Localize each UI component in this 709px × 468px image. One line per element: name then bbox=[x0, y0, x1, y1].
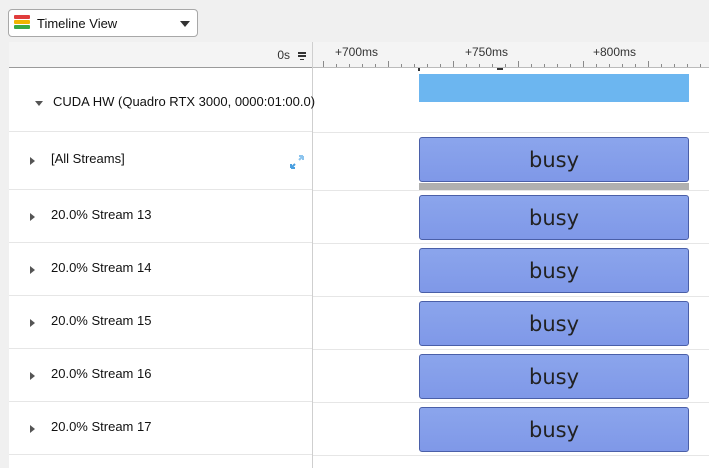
ruler-tick bbox=[362, 64, 363, 67]
ruler-tick bbox=[544, 64, 545, 67]
collapse-arrow-icon[interactable] bbox=[35, 101, 43, 106]
tree-row-stream-14[interactable]: 20.0% Stream 14 bbox=[9, 243, 312, 296]
ruler-tick bbox=[609, 64, 610, 67]
ruler-tick bbox=[622, 64, 623, 67]
lane-separator bbox=[313, 455, 709, 456]
ruler-tick bbox=[583, 61, 584, 67]
ruler-tick bbox=[492, 64, 493, 67]
ruler-tick bbox=[427, 64, 428, 67]
tree-row-cuda-hw[interactable]: CUDA HW (Quadro RTX 3000, 0000:01:00.0) bbox=[9, 76, 316, 132]
ruler-tick bbox=[687, 64, 688, 67]
ruler-tick bbox=[388, 61, 389, 67]
expand-arrow-icon[interactable] bbox=[30, 157, 35, 165]
row-label: 20.0% Stream 16 bbox=[51, 366, 152, 381]
ruler-tick bbox=[349, 64, 350, 67]
ruler-tick bbox=[453, 61, 454, 67]
ruler-marker bbox=[497, 68, 503, 70]
tree-row-stream-13[interactable]: 20.0% Stream 13 bbox=[9, 190, 312, 243]
timeline-view-icon bbox=[14, 15, 30, 33]
busy-range-all-streams[interactable]: busy bbox=[419, 137, 689, 182]
ruler-marker bbox=[418, 68, 420, 71]
row-label: 20.0% Stream 13 bbox=[51, 207, 152, 222]
toolbar: Timeline View bbox=[0, 0, 709, 42]
tree-row-all-streams[interactable]: [All Streams] bbox=[9, 132, 312, 190]
busy-range-stream-13[interactable]: busy bbox=[419, 195, 689, 240]
view-selector-dropdown[interactable]: Timeline View bbox=[8, 9, 198, 37]
row-label: 20.0% Stream 17 bbox=[51, 419, 152, 434]
tree-row-stream-16[interactable]: 20.0% Stream 16 bbox=[9, 349, 312, 402]
ruler-tick bbox=[635, 64, 636, 67]
lane-separator bbox=[313, 402, 709, 403]
expand-diagonal-icon[interactable] bbox=[289, 154, 305, 170]
tree-row-stream-17[interactable]: 20.0% Stream 17 bbox=[9, 402, 312, 455]
ruler-tick bbox=[401, 64, 402, 67]
ruler-tick bbox=[674, 64, 675, 67]
ruler-label: +750ms bbox=[465, 45, 509, 59]
ruler-tick bbox=[648, 61, 649, 67]
chevron-down-icon bbox=[180, 21, 190, 27]
lane-separator bbox=[313, 243, 709, 244]
tree-header: 0s bbox=[9, 42, 312, 68]
ruler-tick bbox=[661, 64, 662, 67]
lane-separator bbox=[313, 132, 709, 133]
busy-range-stream-16[interactable]: busy bbox=[419, 354, 689, 399]
expand-arrow-icon[interactable] bbox=[30, 213, 35, 221]
busy-range-stream-17[interactable]: busy bbox=[419, 407, 689, 452]
view-selector-label: Timeline View bbox=[37, 16, 118, 31]
lane-separator bbox=[313, 190, 709, 191]
ruler-tick bbox=[518, 61, 519, 67]
row-label: 20.0% Stream 14 bbox=[51, 260, 152, 275]
ruler-label: +800ms bbox=[593, 45, 637, 59]
lane-separator bbox=[313, 296, 709, 297]
sort-icon[interactable] bbox=[298, 52, 306, 62]
aggregate-strip bbox=[419, 183, 689, 190]
row-label: CUDA HW (Quadro RTX 3000, 0000:01:00.0) bbox=[53, 94, 316, 109]
time-origin-label: 0s bbox=[277, 48, 290, 62]
ruler-tick bbox=[414, 64, 415, 67]
ruler-tick bbox=[375, 64, 376, 67]
tree-row-stream-15[interactable]: 20.0% Stream 15 bbox=[9, 296, 312, 349]
ruler-tick bbox=[323, 61, 324, 67]
row-label: [All Streams] bbox=[51, 151, 125, 166]
ruler-tick bbox=[557, 64, 558, 67]
lane-separator bbox=[313, 349, 709, 350]
expand-arrow-icon[interactable] bbox=[30, 266, 35, 274]
ruler-tick bbox=[570, 64, 571, 67]
ruler-tick bbox=[505, 64, 506, 67]
busy-range-stream-15[interactable]: busy bbox=[419, 301, 689, 346]
ruler-tick bbox=[466, 64, 467, 67]
ruler-tick bbox=[531, 64, 532, 67]
ruler-tick bbox=[336, 64, 337, 67]
busy-range-stream-14[interactable]: busy bbox=[419, 248, 689, 293]
left-frame bbox=[0, 42, 9, 468]
time-ruler[interactable]: +700ms +750ms +800ms bbox=[313, 42, 709, 68]
cuda-hw-activity-bar[interactable] bbox=[419, 74, 689, 102]
ruler-tick bbox=[440, 64, 441, 67]
expand-arrow-icon[interactable] bbox=[30, 425, 35, 433]
ruler-tick bbox=[596, 64, 597, 67]
ruler-tick bbox=[700, 64, 701, 67]
ruler-tick bbox=[479, 64, 480, 67]
expand-arrow-icon[interactable] bbox=[30, 319, 35, 327]
expand-arrow-icon[interactable] bbox=[30, 372, 35, 380]
ruler-label: +700ms bbox=[335, 45, 379, 59]
row-label: 20.0% Stream 15 bbox=[51, 313, 152, 328]
